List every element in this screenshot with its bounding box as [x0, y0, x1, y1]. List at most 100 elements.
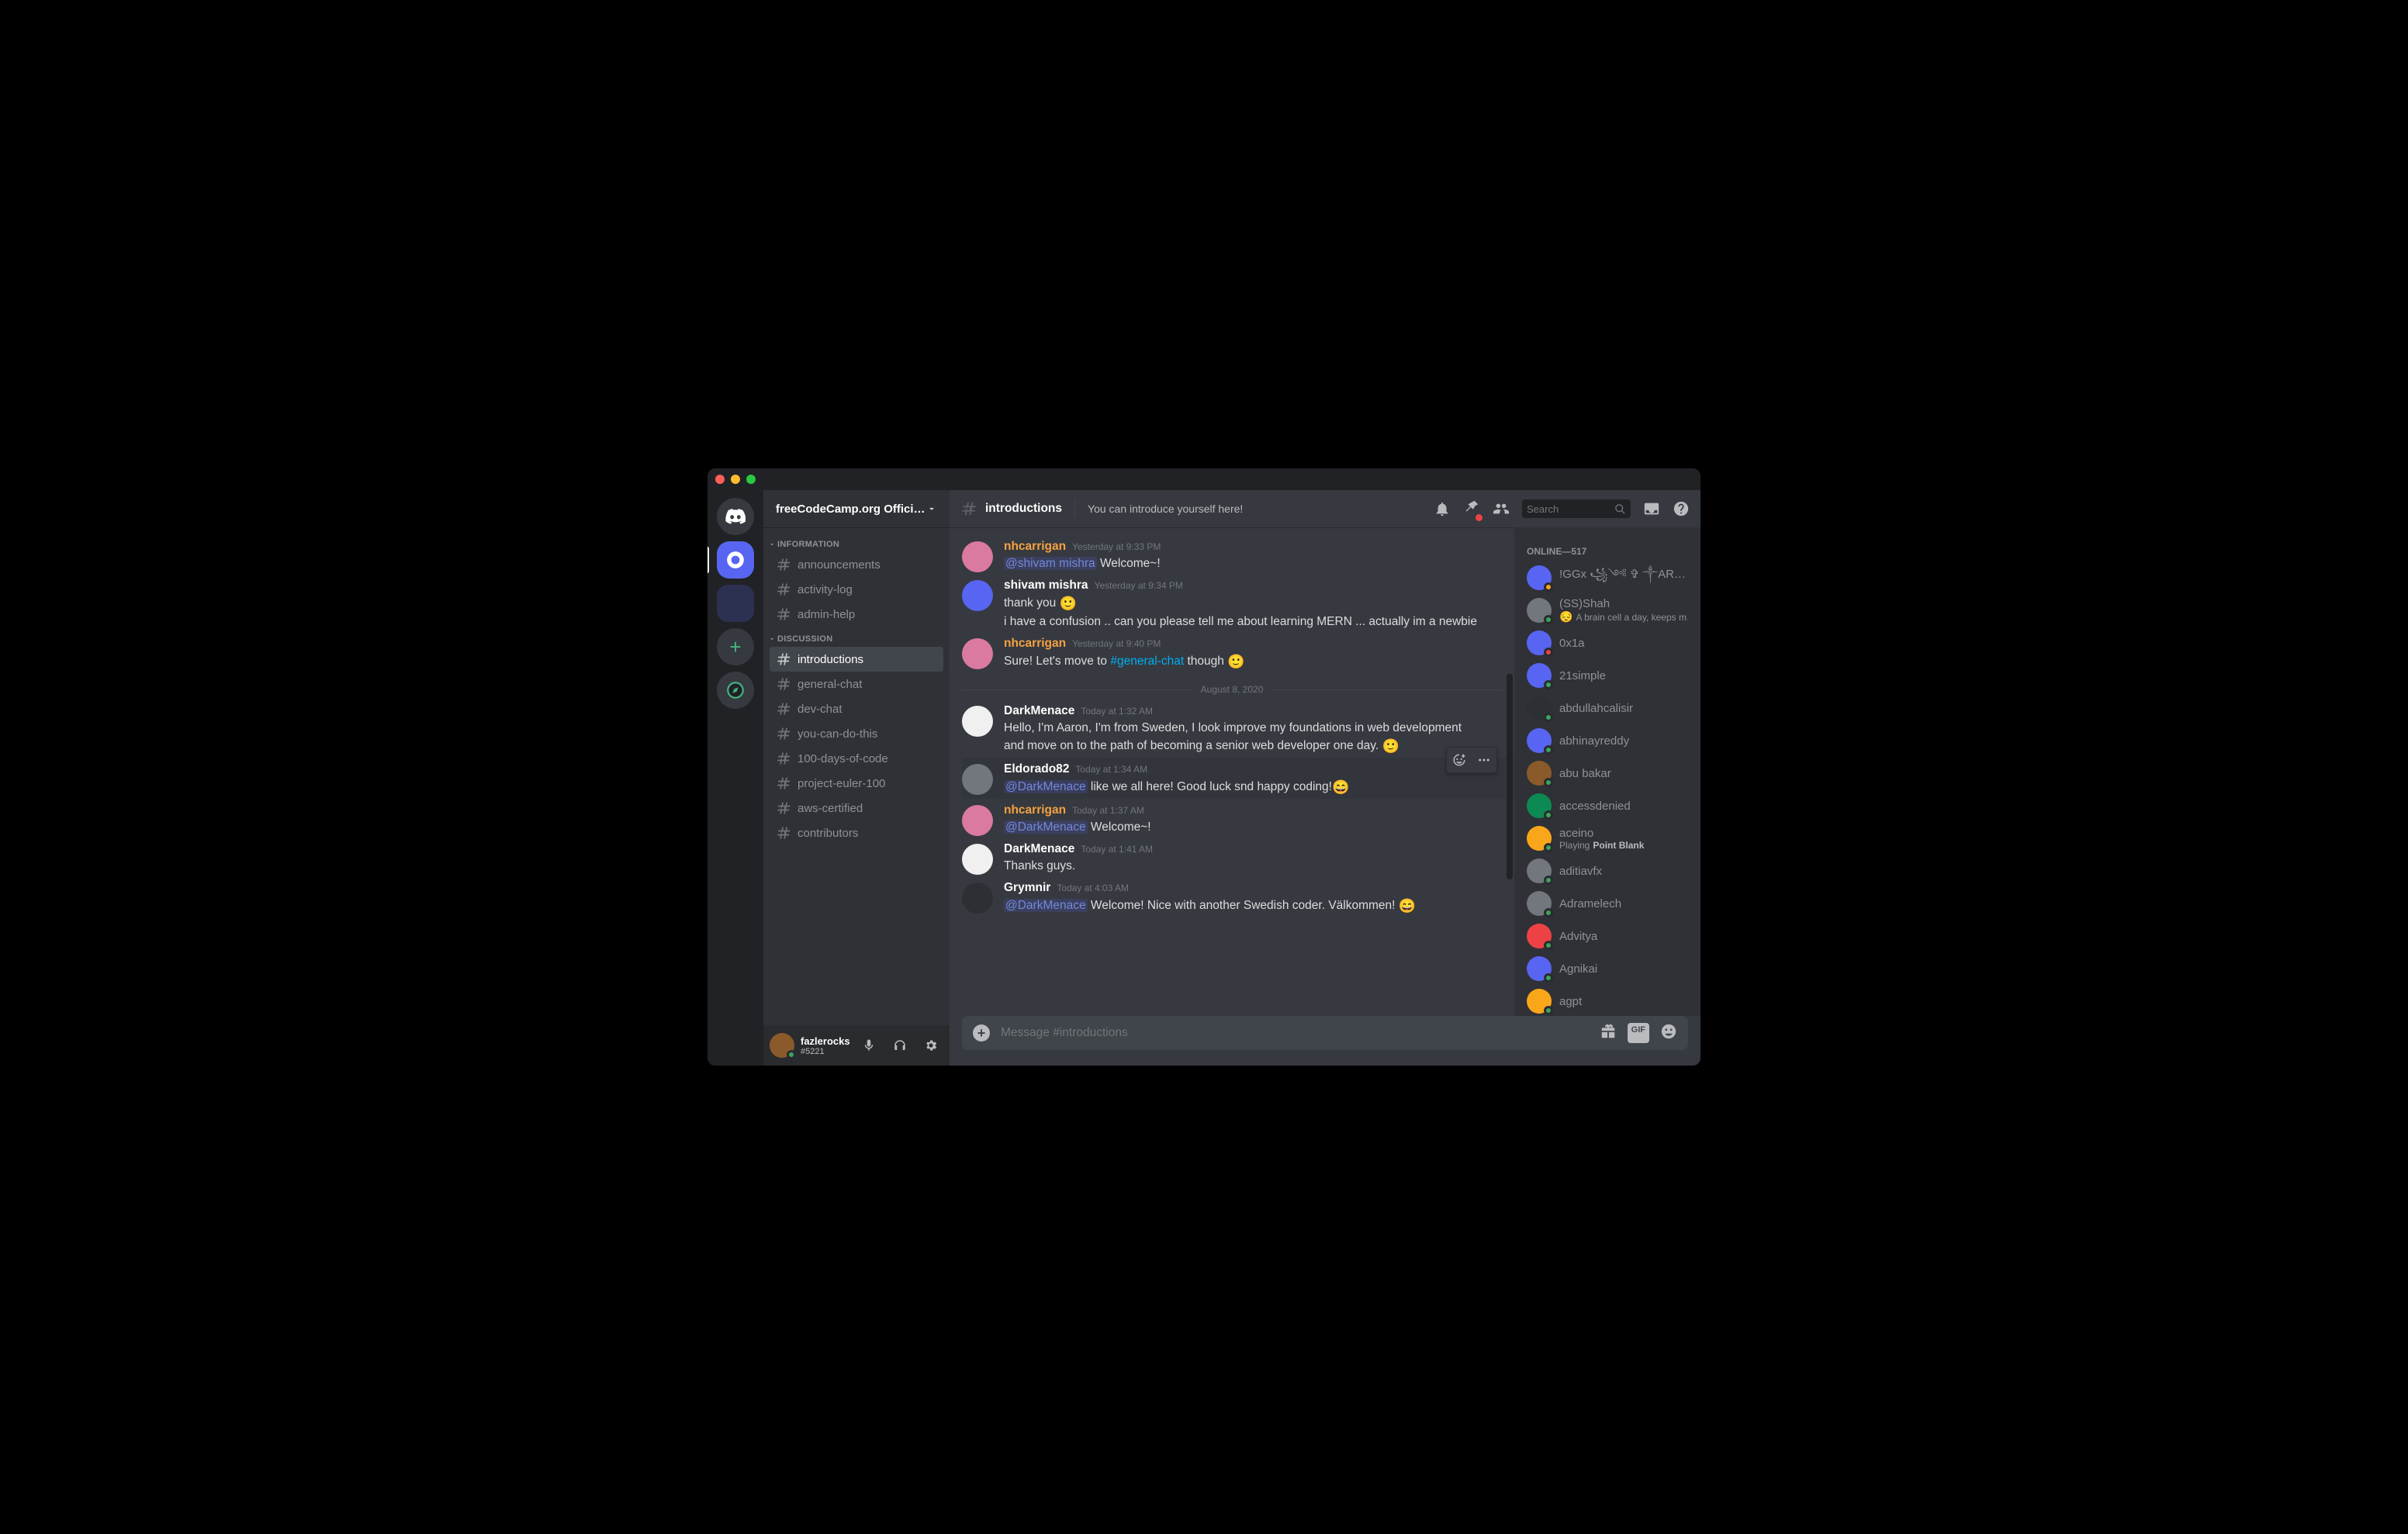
- bell-icon[interactable]: [1434, 500, 1451, 517]
- message-list[interactable]: nhcarriganYesterday at 9:33 PM@shivam mi…: [950, 527, 1514, 1016]
- search-icon: [1614, 503, 1626, 515]
- message-author[interactable]: DarkMenace: [1004, 842, 1074, 856]
- message-body: nhcarriganToday at 1:37 AM@DarkMenace We…: [1004, 803, 1483, 836]
- message[interactable]: nhcarriganToday at 1:37 AM@DarkMenace We…: [962, 799, 1514, 838]
- hash-icon: [776, 825, 791, 841]
- fullscreen-window-button[interactable]: [746, 475, 756, 484]
- gif-button[interactable]: GIF: [1628, 1023, 1649, 1043]
- member-item[interactable]: aceinoPlaying Point Blank: [1521, 822, 1694, 855]
- message-timestamp: Yesterday at 9:40 PM: [1072, 638, 1161, 649]
- channel-100-days-of-code[interactable]: 100-days-of-code: [770, 746, 943, 771]
- message-author[interactable]: Grymnir: [1004, 881, 1050, 895]
- pinned-messages-button[interactable]: [1463, 499, 1480, 519]
- message[interactable]: GrymnirToday at 4:03 AM@DarkMenace Welco…: [962, 876, 1514, 917]
- attach-button[interactable]: +: [973, 1024, 990, 1042]
- member-name: (SS)Shah: [1559, 597, 1688, 610]
- message-author[interactable]: shivam mishra: [1004, 579, 1088, 593]
- mute-button[interactable]: [856, 1033, 881, 1058]
- message-author[interactable]: nhcarrigan: [1004, 637, 1066, 651]
- member-item[interactable]: 21simple: [1521, 659, 1694, 692]
- mention[interactable]: @DarkMenace: [1004, 780, 1088, 793]
- message[interactable]: DarkMenaceToday at 1:32 AMHello, I'm Aar…: [962, 700, 1514, 758]
- self-avatar[interactable]: [770, 1033, 794, 1058]
- inbox-icon[interactable]: [1643, 500, 1660, 517]
- message-avatar[interactable]: [962, 541, 993, 572]
- channel-announcements[interactable]: announcements: [770, 552, 943, 577]
- channel-aws-certified[interactable]: aws-certified: [770, 796, 943, 821]
- member-item[interactable]: !GGx ꧁༺ ✞ ༒ARyÃ༒…: [1521, 561, 1694, 594]
- member-name: 0x1a: [1559, 637, 1688, 650]
- member-item[interactable]: Adramelech: [1521, 887, 1694, 920]
- message-avatar[interactable]: [962, 805, 993, 836]
- member-item[interactable]: Advitya: [1521, 920, 1694, 952]
- member-item[interactable]: 0x1a: [1521, 627, 1694, 659]
- message-input[interactable]: [1001, 1026, 1589, 1040]
- channel-project-euler-100[interactable]: project-euler-100: [770, 771, 943, 796]
- message[interactable]: DarkMenaceToday at 1:41 AMThanks guys.: [962, 838, 1514, 876]
- guild-folder[interactable]: [717, 585, 754, 622]
- message[interactable]: nhcarriganYesterday at 9:40 PMSure! Let'…: [962, 632, 1514, 673]
- message-author[interactable]: nhcarrigan: [1004, 803, 1066, 817]
- home-button[interactable]: [717, 498, 754, 535]
- message[interactable]: Eldorado82Today at 1:34 AM@DarkMenace li…: [962, 758, 1514, 799]
- message-avatar[interactable]: [962, 580, 993, 611]
- member-item[interactable]: abhinayreddy: [1521, 724, 1694, 757]
- channel-activity-log[interactable]: activity-log: [770, 577, 943, 602]
- member-item[interactable]: abdullahcalisir: [1521, 692, 1694, 724]
- user-settings-button[interactable]: [919, 1033, 943, 1058]
- status-icon: [1544, 680, 1553, 689]
- gift-button[interactable]: [1600, 1023, 1617, 1043]
- member-item[interactable]: abu bakar: [1521, 757, 1694, 789]
- member-info: accessdenied: [1559, 800, 1688, 813]
- channel-link[interactable]: #general-chat: [1110, 655, 1184, 668]
- status-icon: [1544, 648, 1553, 657]
- minimize-window-button[interactable]: [731, 475, 740, 484]
- message-avatar[interactable]: [962, 638, 993, 669]
- member-item[interactable]: agpt: [1521, 985, 1694, 1016]
- scrollbar[interactable]: [1507, 527, 1513, 1016]
- message-author[interactable]: nhcarrigan: [1004, 540, 1066, 554]
- add-server-button[interactable]: +: [717, 628, 754, 665]
- member-info: Advitya: [1559, 930, 1688, 943]
- app-window: + freeCodeCamp.org Offici… Informationan…: [708, 468, 1700, 1066]
- search-box[interactable]: [1522, 499, 1631, 518]
- close-window-button[interactable]: [715, 475, 725, 484]
- message-avatar[interactable]: [962, 706, 993, 737]
- channel-introductions[interactable]: introductions: [770, 647, 943, 672]
- search-input[interactable]: [1527, 503, 1610, 515]
- emoji-button[interactable]: [1660, 1023, 1677, 1043]
- channel-contributors[interactable]: contributors: [770, 821, 943, 845]
- channel-general-chat[interactable]: general-chat: [770, 672, 943, 696]
- more-actions-button[interactable]: [1472, 748, 1496, 772]
- mention[interactable]: @DarkMenace: [1004, 821, 1088, 834]
- member-item[interactable]: aditiavfx: [1521, 855, 1694, 887]
- explore-servers-button[interactable]: [717, 672, 754, 709]
- channel-category[interactable]: Information: [763, 532, 943, 552]
- message[interactable]: nhcarriganYesterday at 9:33 PM@shivam mi…: [962, 535, 1514, 574]
- message-avatar[interactable]: [962, 883, 993, 914]
- scrollbar-thumb[interactable]: [1507, 674, 1513, 879]
- channel-admin-help[interactable]: admin-help: [770, 602, 943, 627]
- channel-dev-chat[interactable]: dev-chat: [770, 696, 943, 721]
- guild-freecodecamp[interactable]: [717, 541, 754, 579]
- message-avatar[interactable]: [962, 764, 993, 795]
- mention[interactable]: @shivam mishra: [1004, 557, 1097, 570]
- message-author[interactable]: DarkMenace: [1004, 704, 1074, 718]
- mention[interactable]: @DarkMenace: [1004, 899, 1088, 912]
- server-header[interactable]: freeCodeCamp.org Offici…: [763, 490, 950, 527]
- hash-icon: [776, 651, 791, 667]
- message-avatar[interactable]: [962, 844, 993, 875]
- deafen-button[interactable]: [887, 1033, 912, 1058]
- member-item[interactable]: accessdenied: [1521, 789, 1694, 822]
- channel-you-can-do-this[interactable]: you-can-do-this: [770, 721, 943, 746]
- message-text: Hello, I'm Aaron, I'm from Sweden, I loo…: [1004, 720, 1483, 756]
- message-author[interactable]: Eldorado82: [1004, 762, 1069, 776]
- message-composer[interactable]: + GIF: [962, 1016, 1688, 1050]
- add-reaction-button[interactable]: [1447, 748, 1472, 772]
- help-icon[interactable]: [1673, 500, 1690, 517]
- member-item[interactable]: (SS)Shah😔 A brain cell a day, keeps m…: [1521, 594, 1694, 627]
- channel-category[interactable]: Discussion: [763, 627, 943, 647]
- message[interactable]: shivam mishraYesterday at 9:34 PMthank y…: [962, 574, 1514, 632]
- member-list-toggle[interactable]: [1493, 500, 1510, 517]
- member-item[interactable]: Agnikai: [1521, 952, 1694, 985]
